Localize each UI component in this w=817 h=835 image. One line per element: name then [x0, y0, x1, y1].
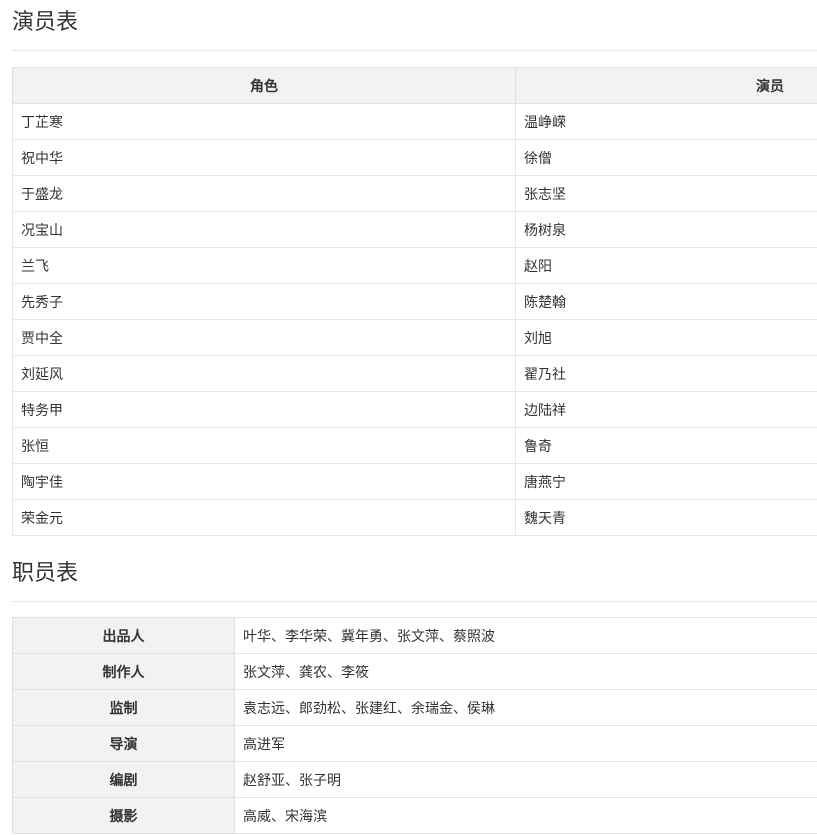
table-row: 况宝山 杨树泉 [12, 211, 817, 248]
crew-names-cell: 叶华、李华荣、冀年勇、张文萍、蔡照波 [234, 617, 817, 654]
role-cell: 荣金元 [12, 499, 516, 536]
crew-position-cell: 编剧 [12, 761, 235, 798]
role-column-header: 角色 [12, 67, 516, 104]
crew-position-cell: 摄影 [12, 797, 235, 834]
crew-position-cell: 监制 [12, 689, 235, 726]
role-cell: 特务甲 [12, 391, 516, 428]
table-row: 荣金元 魏天青 [12, 499, 817, 536]
table-row: 祝中华 徐僧 [12, 139, 817, 176]
table-row: 兰飞 赵阳 [12, 247, 817, 284]
cast-table: 角色 演员 丁芷寒 温峥嵘 祝中华 徐僧 于盛龙 张志坚 况宝山 杨树泉 兰飞 赵阳 先秀… [12, 67, 817, 536]
actor-cell: 温峥嵘 [515, 103, 817, 140]
table-row: 先秀子 陈楚翰 [12, 283, 817, 320]
table-row: 摄影 高威、宋海滨 [12, 797, 817, 834]
table-row: 刘延风 翟乃社 [12, 355, 817, 392]
table-row: 于盛龙 张志坚 [12, 175, 817, 212]
crew-section-title: 职员表 [12, 561, 79, 586]
table-row: 丁芷寒 温峥嵘 [12, 103, 817, 140]
role-cell: 况宝山 [12, 211, 516, 248]
cast-title-divider [12, 50, 817, 51]
crew-names-cell: 高威、宋海滨 [234, 797, 817, 834]
crew-position-cell: 导演 [12, 725, 235, 762]
table-row: 张恒 鲁奇 [12, 427, 817, 464]
cast-section-title: 演员表 [12, 10, 79, 35]
role-cell: 于盛龙 [12, 175, 516, 212]
page: 演员表 角色 演员 丁芷寒 温峥嵘 祝中华 徐僧 于盛龙 张志坚 况宝山 杨树泉 兰飞赵… [0, 0, 817, 835]
actor-cell: 杨树泉 [515, 211, 817, 248]
table-row: 监制 袁志远、郎劲松、张建红、余瑞金、侯琳 [12, 689, 817, 726]
table-row: 贾中全 刘旭 [12, 319, 817, 356]
actor-cell: 翟乃社 [515, 355, 817, 392]
actor-cell: 张志坚 [515, 175, 817, 212]
cast-header-row: 角色 演员 [12, 67, 817, 104]
role-cell: 先秀子 [12, 283, 516, 320]
role-cell: 刘延风 [12, 355, 516, 392]
table-row: 出品人 叶华、李华荣、冀年勇、张文萍、蔡照波 [12, 617, 817, 654]
actor-column-header: 演员 [515, 67, 817, 104]
crew-names-cell: 高进军 [234, 725, 817, 762]
actor-cell: 鲁奇 [515, 427, 817, 464]
role-cell: 兰飞 [12, 247, 516, 284]
role-cell: 祝中华 [12, 139, 516, 176]
table-row: 制作人 张文萍、龚农、李筱 [12, 653, 817, 690]
role-cell: 陶宇佳 [12, 463, 516, 500]
crew-position-cell: 出品人 [12, 617, 235, 654]
crew-position-cell: 制作人 [12, 653, 235, 690]
actor-cell: 魏天青 [515, 499, 817, 536]
crew-names-cell: 赵舒亚、张子明 [234, 761, 817, 798]
actor-cell: 赵阳 [515, 247, 817, 284]
role-cell: 张恒 [12, 427, 516, 464]
actor-cell: 边陆祥 [515, 391, 817, 428]
role-cell: 丁芷寒 [12, 103, 516, 140]
actor-cell: 刘旭 [515, 319, 817, 356]
table-row: 陶宇佳 唐燕宁 [12, 463, 817, 500]
table-row: 导演 高进军 [12, 725, 817, 762]
crew-table: 出品人 叶华、李华荣、冀年勇、张文萍、蔡照波 制作人 张文萍、龚农、李筱 监制 袁志远… [12, 617, 817, 834]
actor-cell: 陈楚翰 [515, 283, 817, 320]
crew-title-divider [12, 601, 817, 602]
crew-names-cell: 张文萍、龚农、李筱 [234, 653, 817, 690]
actor-cell: 唐燕宁 [515, 463, 817, 500]
table-row: 特务甲 边陆祥 [12, 391, 817, 428]
table-row: 编剧 赵舒亚、张子明 [12, 761, 817, 798]
actor-cell: 徐僧 [515, 139, 817, 176]
crew-names-cell: 袁志远、郎劲松、张建红、余瑞金、侯琳 [234, 689, 817, 726]
role-cell: 贾中全 [12, 319, 516, 356]
